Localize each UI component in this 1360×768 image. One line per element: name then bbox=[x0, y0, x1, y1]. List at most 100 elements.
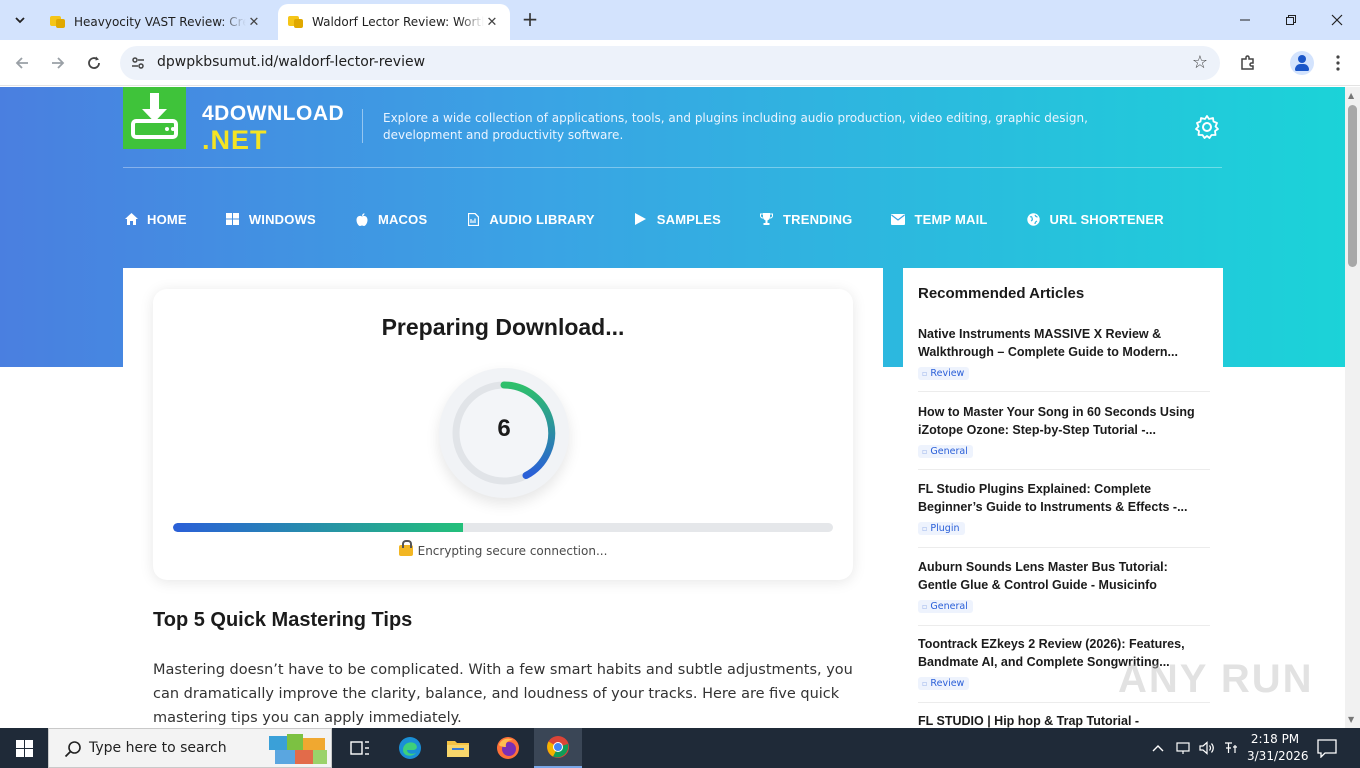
clock-time: 2:18 PM bbox=[1250, 732, 1300, 746]
sidebar-article-tag[interactable]: Review bbox=[918, 367, 970, 380]
sidebar-article-tag[interactable]: General bbox=[918, 600, 973, 613]
tab-search-button[interactable] bbox=[8, 8, 32, 32]
sidebar-article-title[interactable]: FL STUDIO | Hip hop & Trap Tutorial - bbox=[918, 712, 1210, 728]
tray-ime[interactable] bbox=[1223, 728, 1239, 768]
sidebar-article-tag[interactable]: General bbox=[918, 445, 973, 458]
download-status: Encrypting secure connection... bbox=[153, 540, 853, 558]
site-settings-icon[interactable] bbox=[130, 55, 146, 71]
tab-close-icon[interactable]: ✕ bbox=[246, 15, 262, 30]
sidebar-article[interactable]: Native Instruments MASSIVE X Review & Wa… bbox=[918, 325, 1210, 392]
search-highlight-puzzle-icon bbox=[269, 734, 327, 764]
sidebar-article-title[interactable]: How to Master Your Song in 60 Seconds Us… bbox=[918, 403, 1210, 439]
minimize-icon bbox=[1240, 19, 1250, 21]
main-navigation: HOME WINDOWS MACOS AUDIO LIBRARY SAMPLES… bbox=[123, 209, 1202, 229]
play-icon bbox=[633, 212, 649, 226]
sidebar-article[interactable]: FL Studio Plugins Explained: Complete Be… bbox=[918, 480, 1210, 548]
nav-label: AUDIO LIBRARY bbox=[489, 211, 595, 227]
scroll-up-icon[interactable]: ▲ bbox=[1348, 91, 1354, 100]
taskbar-chrome[interactable] bbox=[534, 728, 582, 768]
nav-label: HOME bbox=[147, 211, 187, 227]
close-icon bbox=[1331, 14, 1343, 26]
notification-icon[interactable] bbox=[1316, 738, 1338, 758]
taskbar-search-placeholder: Type here to search bbox=[89, 740, 227, 756]
sidebar-article-tag[interactable]: Review bbox=[918, 677, 970, 690]
bookmark-star-icon[interactable]: ☆ bbox=[1192, 52, 1208, 73]
reload-icon bbox=[88, 56, 100, 69]
download-progress-fill bbox=[173, 523, 464, 532]
sidebar-article-title[interactable]: FL Studio Plugins Explained: Complete Be… bbox=[918, 480, 1210, 516]
tab-close-icon[interactable]: ✕ bbox=[484, 15, 500, 30]
nav-label: TRENDING bbox=[782, 211, 853, 227]
nav-label: SAMPLES bbox=[656, 211, 721, 227]
page-scrollbar[interactable]: ▲ ▼ bbox=[1345, 87, 1360, 728]
header-separator bbox=[123, 167, 1222, 168]
puzzle-icon bbox=[1241, 55, 1254, 70]
taskbar-firefox[interactable] bbox=[484, 728, 532, 768]
sidebar-article[interactable]: FL STUDIO | Hip hop & Trap Tutorial - bbox=[918, 712, 1210, 728]
tray-volume[interactable] bbox=[1199, 728, 1215, 768]
taskbar-clock[interactable]: 2:18 PM 3/31/2026 bbox=[1247, 731, 1309, 765]
nav-trending[interactable]: TRENDING bbox=[759, 212, 853, 227]
download-title: Preparing Download... bbox=[381, 314, 625, 340]
site-logo-text[interactable]: 4DOWNLOAD .NET bbox=[202, 101, 345, 155]
address-bar[interactable]: dpwpkbsumut.id/waldorf-lector-review ☆ bbox=[120, 46, 1220, 80]
close-window-button[interactable] bbox=[1314, 0, 1360, 40]
sidebar-article[interactable]: Auburn Sounds Lens Master Bus Tutorial: … bbox=[918, 558, 1210, 626]
nav-audio-library[interactable]: AUDIO LIBRARY bbox=[465, 211, 595, 227]
windows-logo-icon bbox=[15, 739, 33, 757]
tray-overflow-button[interactable] bbox=[1152, 728, 1164, 768]
profile-avatar-button[interactable] bbox=[1290, 51, 1314, 75]
scrollbar-thumb[interactable] bbox=[1348, 105, 1357, 267]
minimize-button[interactable] bbox=[1222, 0, 1268, 40]
url-text[interactable]: dpwpkbsumut.id/waldorf-lector-review bbox=[157, 54, 425, 70]
taskbar-file-explorer[interactable] bbox=[434, 728, 482, 768]
task-view-button[interactable] bbox=[336, 728, 384, 768]
sidebar-article-title[interactable]: Native Instruments MASSIVE X Review & Wa… bbox=[918, 325, 1210, 361]
sidebar-article-tag[interactable]: Plugin bbox=[918, 522, 965, 535]
site-favicon-icon bbox=[50, 15, 66, 29]
nav-macos[interactable]: MACOS bbox=[354, 212, 427, 227]
audio-file-icon bbox=[465, 212, 481, 226]
nav-label: MACOS bbox=[377, 211, 428, 227]
nav-url-shortener[interactable]: URL SHORTENER bbox=[1026, 212, 1164, 227]
taskbar-edge[interactable] bbox=[386, 728, 434, 768]
nav-samples[interactable]: SAMPLES bbox=[633, 212, 721, 227]
envelope-icon bbox=[890, 212, 906, 226]
tab-heavyocity[interactable]: Heavyocity VAST Review: Creati ✕ bbox=[40, 4, 272, 40]
nav-label: WINDOWS bbox=[248, 211, 316, 227]
logo-line-1: 4DOWNLOAD bbox=[202, 102, 345, 125]
kebab-menu-icon bbox=[1336, 55, 1340, 71]
start-button[interactable] bbox=[0, 728, 48, 768]
gear-icon[interactable] bbox=[1194, 114, 1220, 140]
sidebar-article[interactable]: How to Master Your Song in 60 Seconds Us… bbox=[918, 403, 1210, 470]
browser-menu-button[interactable] bbox=[1326, 51, 1350, 75]
countdown-number: 6 bbox=[497, 415, 511, 442]
new-tab-button[interactable]: + bbox=[518, 8, 542, 32]
nav-windows[interactable]: WINDOWS bbox=[225, 212, 316, 227]
download-drive-icon bbox=[131, 93, 178, 139]
keyboard-layout-icon bbox=[1225, 742, 1237, 753]
logo-line-2: .NET bbox=[202, 125, 268, 155]
nav-home[interactable]: HOME bbox=[123, 212, 187, 227]
tab-waldorf-lector[interactable]: Waldorf Lector Review: Worth It ✕ bbox=[278, 4, 510, 40]
forward-button[interactable] bbox=[46, 51, 70, 75]
article-heading: Top 5 Quick Mastering Tips bbox=[153, 609, 413, 631]
lock-icon bbox=[398, 540, 413, 556]
chrome-icon bbox=[547, 736, 569, 758]
article-paragraph: Mastering doesn’t have to be complicated… bbox=[153, 662, 853, 726]
main-content: Preparing Download... 6 Encrypting secur… bbox=[123, 268, 883, 728]
scroll-down-icon[interactable]: ▼ bbox=[1348, 715, 1354, 724]
tab-strip: Heavyocity VAST Review: Creati ✕ Waldorf… bbox=[0, 0, 1360, 40]
reload-button[interactable] bbox=[82, 51, 106, 75]
site-logo-icon[interactable] bbox=[123, 87, 186, 149]
download-status-text: Encrypting secure connection... bbox=[417, 544, 608, 558]
network-icon bbox=[1176, 742, 1190, 754]
folder-icon bbox=[447, 741, 469, 757]
taskbar-search-box[interactable]: Type here to search bbox=[48, 728, 332, 768]
tray-network[interactable] bbox=[1176, 728, 1190, 768]
restore-button[interactable] bbox=[1268, 0, 1314, 40]
extensions-button[interactable] bbox=[1236, 51, 1260, 75]
sidebar-article-title[interactable]: Auburn Sounds Lens Master Bus Tutorial: … bbox=[918, 558, 1210, 594]
back-button[interactable] bbox=[10, 51, 34, 75]
nav-temp-mail[interactable]: TEMP MAIL bbox=[890, 212, 987, 227]
